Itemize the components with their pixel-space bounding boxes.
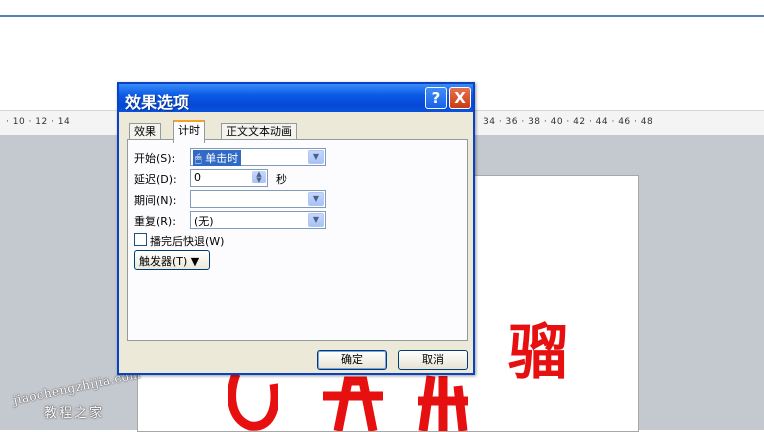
effect-options-dialog: 效果选项 ? X 效果 计时 正文文本动画 开始(S): 🖱 单击时 ▼ 延迟(…	[117, 82, 475, 375]
delay-spinner[interactable]: 0 ▲ ▼	[190, 169, 268, 187]
start-value: 🖱 单击时	[193, 150, 242, 166]
close-button[interactable]: X	[449, 87, 471, 109]
red-seal-character: 骝	[508, 318, 568, 388]
red-seal-character-partial-1	[228, 374, 278, 431]
tab-timing[interactable]: 计时	[173, 120, 205, 143]
chevron-down-icon[interactable]: ▼	[308, 213, 324, 227]
ok-button[interactable]: 确定	[317, 350, 387, 370]
delay-unit: 秒	[276, 173, 287, 186]
duration-label: 期间(N):	[134, 194, 177, 207]
timing-panel: 开始(S): 🖱 单击时 ▼ 延迟(D): 0 ▲ ▼ 秒 期间(N): ▼ 重复…	[127, 139, 468, 341]
help-button[interactable]: ?	[425, 87, 447, 109]
repeat-value: (无)	[194, 215, 214, 228]
watermark: jiaochengzhijia.com 教程之家	[8, 367, 158, 430]
watermark-chinese: 教程之家	[44, 406, 105, 421]
trigger-button[interactable]: 触发器(T) ▼	[134, 250, 210, 270]
top-divider	[0, 15, 764, 17]
start-label: 开始(S):	[134, 152, 176, 165]
chevron-down-icon[interactable]: ▼	[308, 150, 324, 164]
red-seal-character-partial-3	[418, 375, 468, 431]
start-dropdown[interactable]: 🖱 单击时 ▼	[190, 148, 326, 166]
rewind-checkbox[interactable]	[134, 233, 147, 246]
ruler-labels-right: 34 · 36 · 38 · 40 · 42 · 44 · 46 · 48	[483, 117, 654, 127]
cancel-button[interactable]: 取消	[398, 350, 468, 370]
spin-updown-icon[interactable]: ▲ ▼	[252, 171, 266, 184]
repeat-label: 重复(R):	[134, 215, 176, 228]
dialog-title: 效果选项	[125, 93, 190, 112]
delay-label: 延迟(D):	[134, 173, 177, 186]
dialog-titlebar[interactable]: 效果选项 ? X	[119, 84, 473, 112]
delay-value: 0	[194, 171, 201, 184]
mouse-click-icon: 🖱	[195, 152, 206, 165]
duration-dropdown[interactable]: ▼	[190, 190, 326, 208]
rewind-label: 播完后快退(W)	[150, 235, 225, 248]
ruler-labels-left: · 10 · 12 · 14	[6, 117, 71, 127]
repeat-dropdown[interactable]: (无) ▼	[190, 211, 326, 229]
chevron-down-icon[interactable]: ▼	[308, 192, 324, 206]
